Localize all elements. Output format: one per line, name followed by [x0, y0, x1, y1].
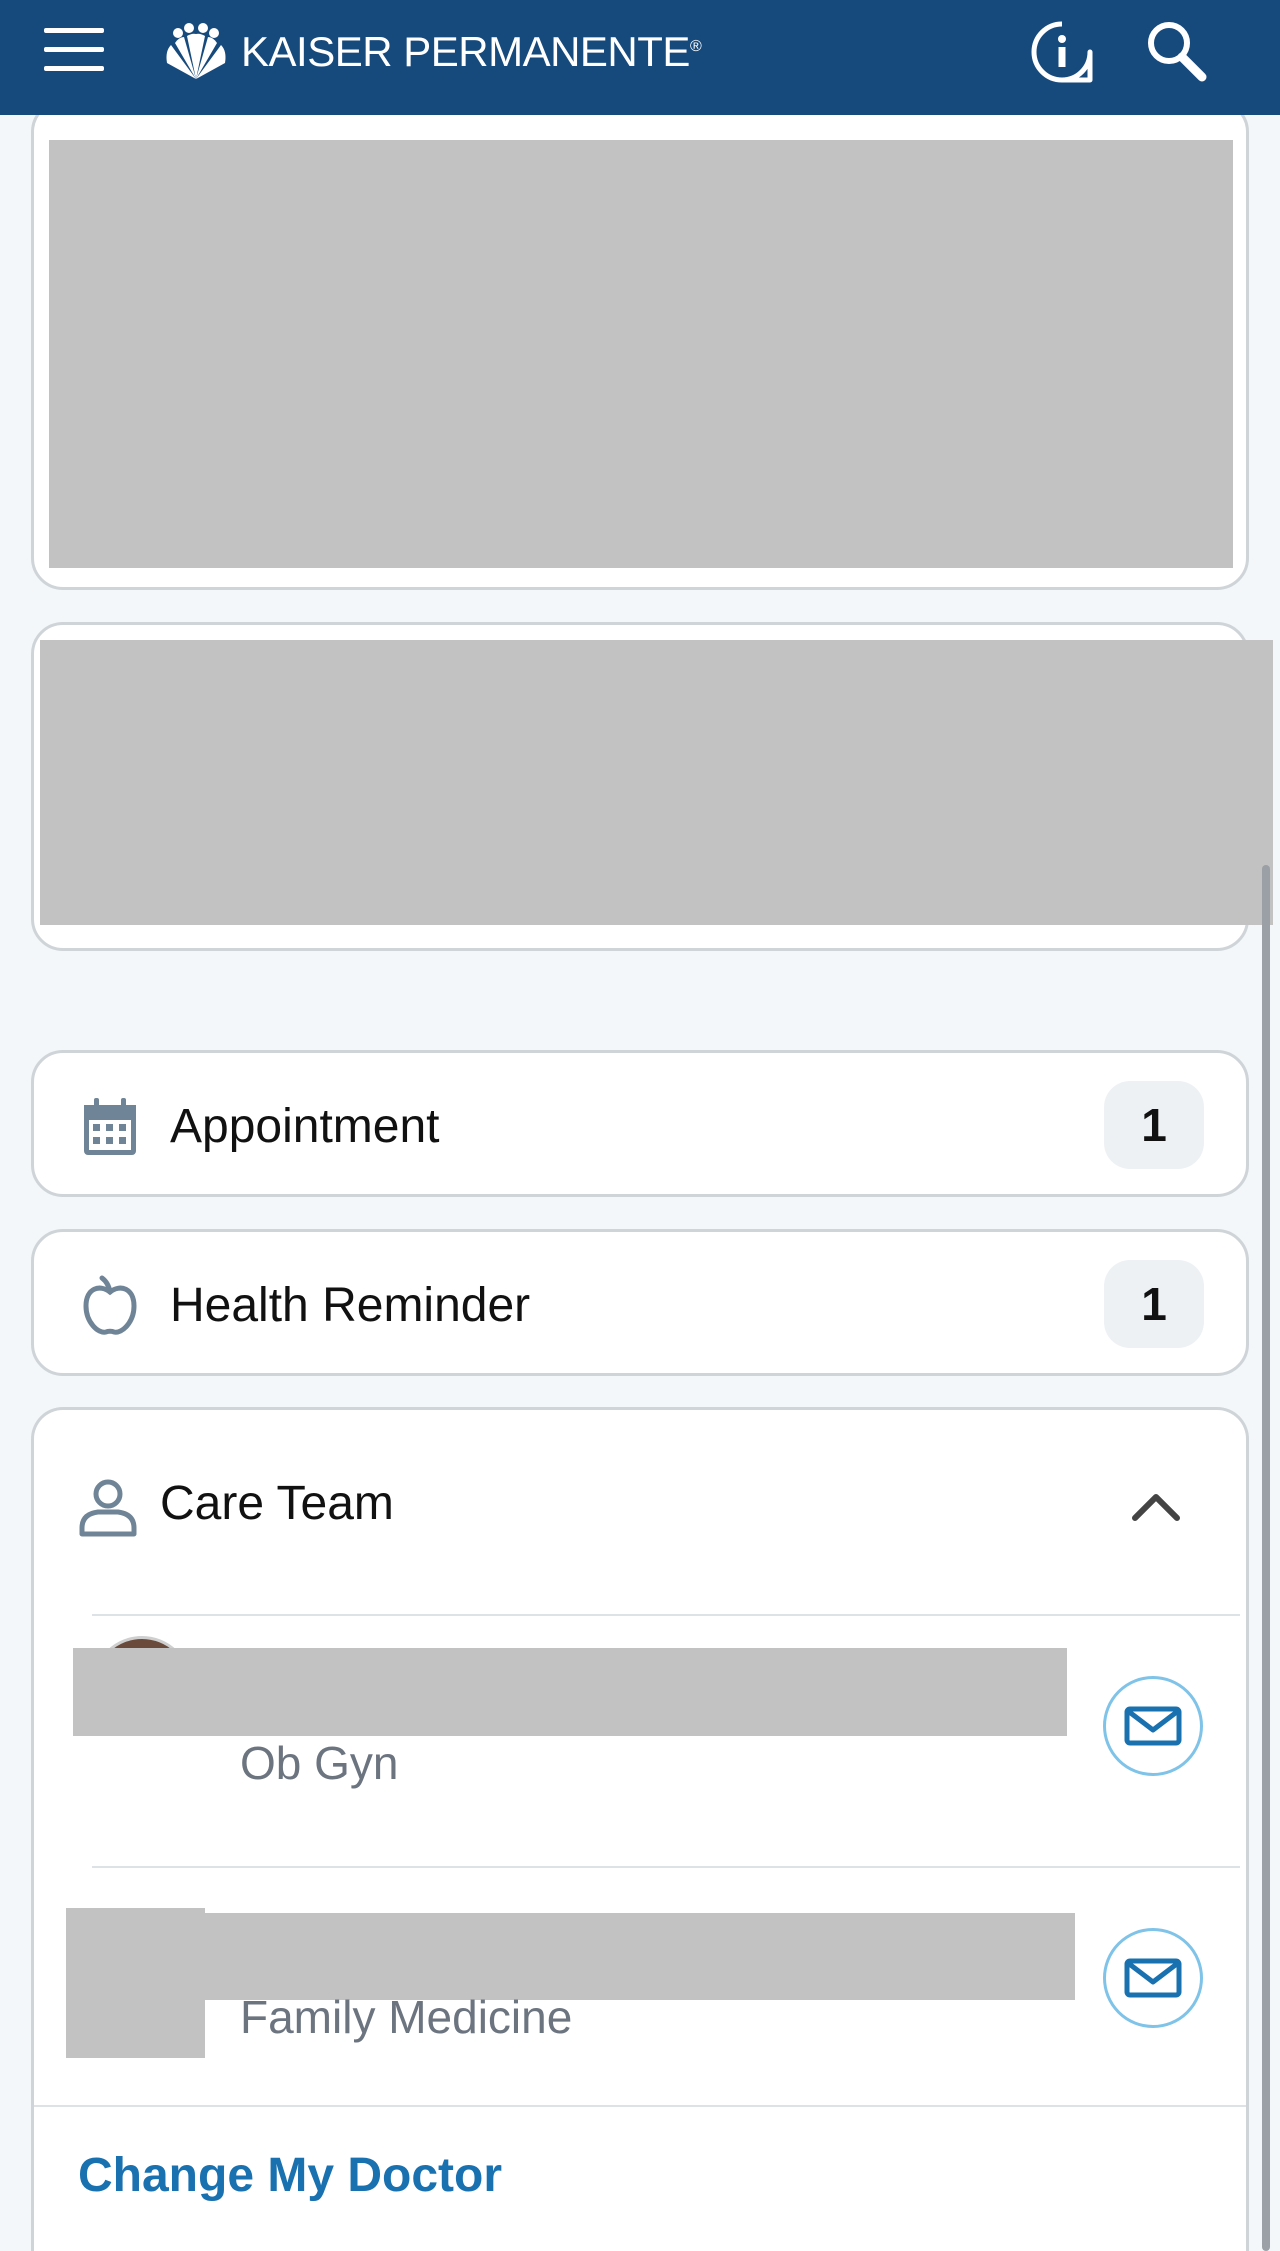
redacted-content	[40, 640, 1273, 925]
info-icon[interactable]	[1028, 18, 1096, 86]
message-doctor-button[interactable]	[1103, 1928, 1203, 2028]
redacted-content	[49, 140, 1233, 568]
divider	[34, 2105, 1246, 2107]
doctor-specialty: Ob Gyn	[240, 1737, 399, 1789]
menu-icon[interactable]	[44, 28, 104, 72]
health-reminder-label: Health Reminder	[170, 1279, 531, 1332]
brand-name: KAISER PERMANENTE®	[241, 28, 702, 75]
health-reminder-row[interactable]: Health Reminder 1	[31, 1229, 1249, 1376]
appointment-count-badge: 1	[1104, 1081, 1204, 1169]
kaiser-permanente-logo: KAISER PERMANENTE®	[165, 20, 702, 84]
care-team-title: Care Team	[160, 1477, 394, 1530]
apple-icon	[83, 1275, 137, 1335]
message-doctor-button[interactable]	[1103, 1676, 1203, 1776]
doctor-specialty: Family Medicine	[240, 1991, 573, 2043]
care-team-card: Care Team Ob Gyn Family Medicine Change …	[31, 1407, 1249, 2251]
redacted-card	[31, 100, 1249, 590]
mail-icon	[1124, 1958, 1182, 1998]
redacted-card	[31, 622, 1273, 951]
scrollbar[interactable]	[1262, 865, 1270, 2251]
search-icon[interactable]	[1142, 18, 1210, 86]
divider	[92, 1614, 1240, 1616]
redacted-doctor-name	[73, 1648, 1067, 1736]
appointment-label: Appointment	[170, 1100, 440, 1153]
person-icon	[79, 1479, 137, 1537]
divider	[92, 1866, 1240, 1868]
calendar-icon	[84, 1098, 136, 1155]
change-my-doctor-link[interactable]: Change My Doctor	[78, 2148, 502, 2203]
health-reminder-count-badge: 1	[1104, 1260, 1204, 1348]
redacted-doctor-name	[66, 1913, 1075, 2000]
appointment-row[interactable]: Appointment 1	[31, 1050, 1249, 1197]
kp-logo-icon	[166, 23, 226, 79]
mail-icon	[1124, 1706, 1182, 1746]
top-app-bar: KAISER PERMANENTE®	[0, 0, 1280, 115]
chevron-up-icon[interactable]	[1129, 1480, 1183, 1534]
